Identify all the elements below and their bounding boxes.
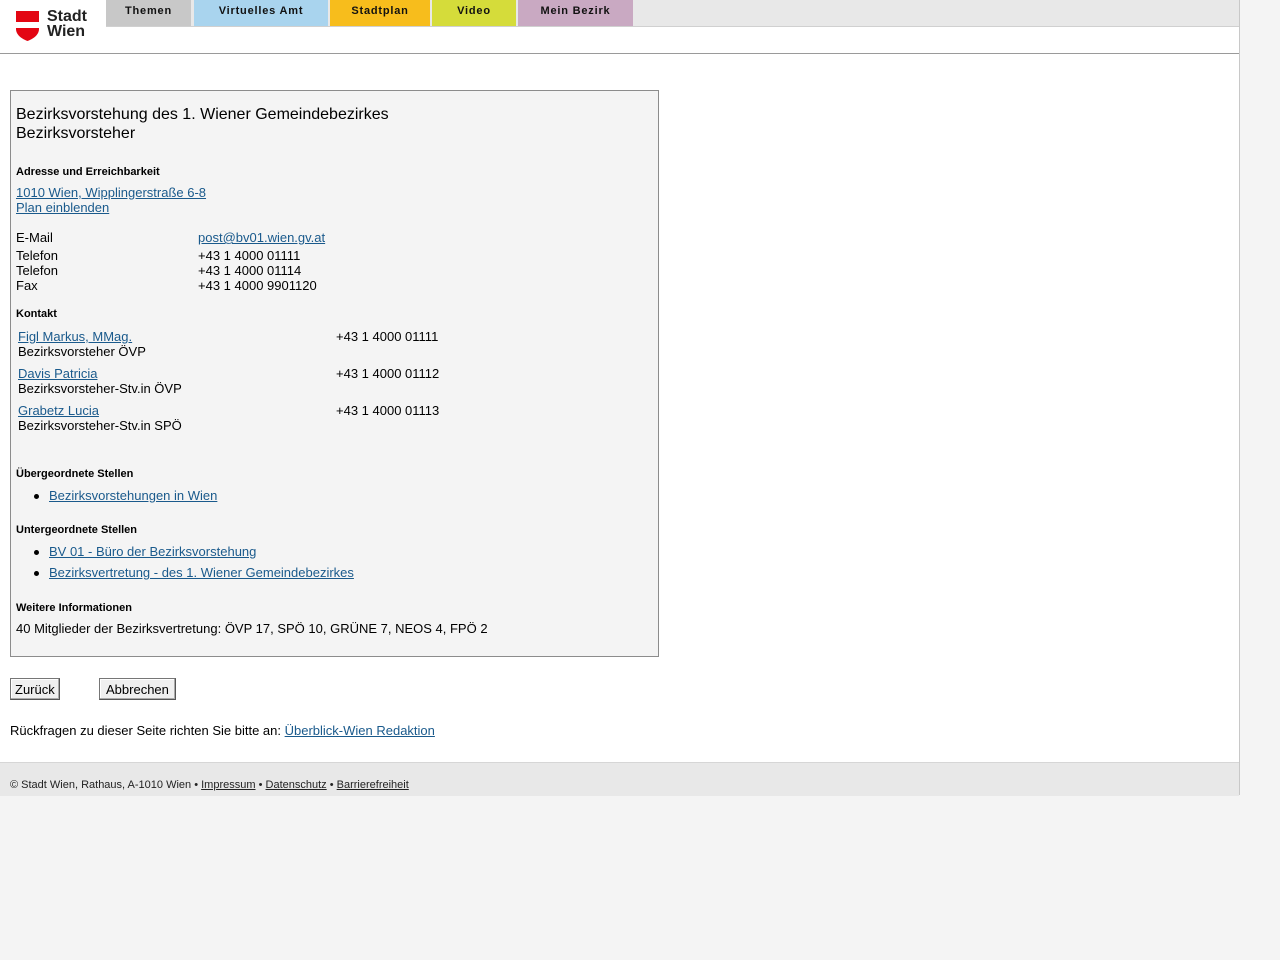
footer-line: © Stadt Wien, Rathaus, A-1010 Wien • Imp… [10,779,409,791]
show-map-link[interactable]: Plan einblenden [16,200,109,215]
list-item: Bezirksvorstehungen in Wien [33,488,217,509]
parent-units-list: Bezirksvorstehungen in Wien [16,488,217,509]
logo-text-line2: Wien [47,23,86,40]
accessibility-link[interactable]: Barrierefreiheit [337,779,409,791]
logo-text-line1: Stadt [47,8,87,25]
person-phone: +43 1 4000 01111 [336,329,439,344]
site-header: Stadt Wien Themen Virtuelles Amt Stadtpl… [0,0,1239,54]
feedback-line: Rückfragen zu dieser Seite richten Sie b… [10,723,435,738]
phone-label: Telefon [16,248,58,263]
phone-value: +43 1 4000 01114 [198,263,302,278]
email-label: E-Mail [16,230,53,245]
tab-stadtplan[interactable]: Stadtplan [330,0,430,26]
tab-mein-bezirk[interactable]: Mein Bezirk [518,0,633,26]
child-unit-link[interactable]: Bezirksvertretung - des 1. Wiener Gemein… [49,565,354,580]
contact-heading: Kontakt [16,308,57,320]
email-link[interactable]: post@bv01.wien.gv.at [198,230,325,245]
feedback-text: Rückfragen zu dieser Seite richten Sie b… [10,723,281,738]
child-units-list: BV 01 - Büro der Bezirksvorstehung Bezir… [16,544,354,586]
tab-themen[interactable]: Themen [106,0,191,26]
child-units-heading: Untergeordnete Stellen [16,524,138,536]
tab-video[interactable]: Video [432,0,516,26]
person-phone: +43 1 4000 01113 [336,403,440,418]
fax-value: +43 1 4000 9901120 [198,278,317,293]
address-link[interactable]: 1010 Wien, Wipplingerstraße 6-8 [16,185,206,200]
stadt-wien-logo[interactable]: Stadt Wien [16,9,96,43]
site-footer: © Stadt Wien, Rathaus, A-1010 Wien • Imp… [0,762,1239,796]
parent-units-heading: Übergeordnete Stellen [16,468,134,480]
more-info-heading: Weitere Informationen [16,602,132,614]
page-subtitle: Bezirksvorsteher [16,125,136,142]
address-heading: Adresse und Erreichbarkeit [16,166,160,178]
footer-separator: • [258,779,263,791]
cancel-button[interactable]: Abbrechen [99,678,176,700]
parent-unit-link[interactable]: Bezirksvorstehungen in Wien [49,488,217,503]
phone-value: +43 1 4000 01111 [198,248,301,263]
fax-label: Fax [16,278,38,293]
person-name-link[interactable]: Figl Markus, MMag. [18,329,132,344]
person-role: Bezirksvorsteher-Stv.in ÖVP [18,381,182,396]
shield-icon [16,11,39,41]
child-unit-link[interactable]: BV 01 - Büro der Bezirksvorstehung [49,544,256,559]
feedback-link[interactable]: Überblick-Wien Redaktion [285,723,435,738]
person-name-link[interactable]: Davis Patricia [18,366,97,381]
copyright-text: © Stadt Wien, Rathaus, A-1010 Wien [10,779,192,791]
list-item: BV 01 - Büro der Bezirksvorstehung [34,544,354,565]
footer-separator: • [329,779,334,791]
person-role: Bezirksvorsteher-Stv.in SPÖ [18,418,182,433]
page-body: Stadt Wien Themen Virtuelles Amt Stadtpl… [0,0,1240,796]
main-navigation: Themen Virtuelles Amt Stadtplan Video Me… [106,0,1239,27]
imprint-link[interactable]: Impressum [201,779,255,791]
back-button[interactable]: Zurück [10,678,60,700]
tab-virtuelles-amt[interactable]: Virtuelles Amt [194,0,328,26]
footer-separator: • [194,779,199,791]
privacy-link[interactable]: Datenschutz [266,779,327,791]
more-info-text: 40 Mitglieder der Bezirksvertretung: ÖVP… [16,621,488,636]
list-item: Bezirksvertretung - des 1. Wiener Gemein… [34,565,354,586]
phone-label: Telefon [16,263,58,278]
page-title: Bezirksvorstehung des 1. Wiener Gemeinde… [16,106,389,123]
person-name-link[interactable]: Grabetz Lucia [18,403,99,418]
person-role: Bezirksvorsteher ÖVP [18,344,146,359]
person-phone: +43 1 4000 01112 [336,366,440,381]
office-details-box: Bezirksvorstehung des 1. Wiener Gemeinde… [10,90,659,657]
